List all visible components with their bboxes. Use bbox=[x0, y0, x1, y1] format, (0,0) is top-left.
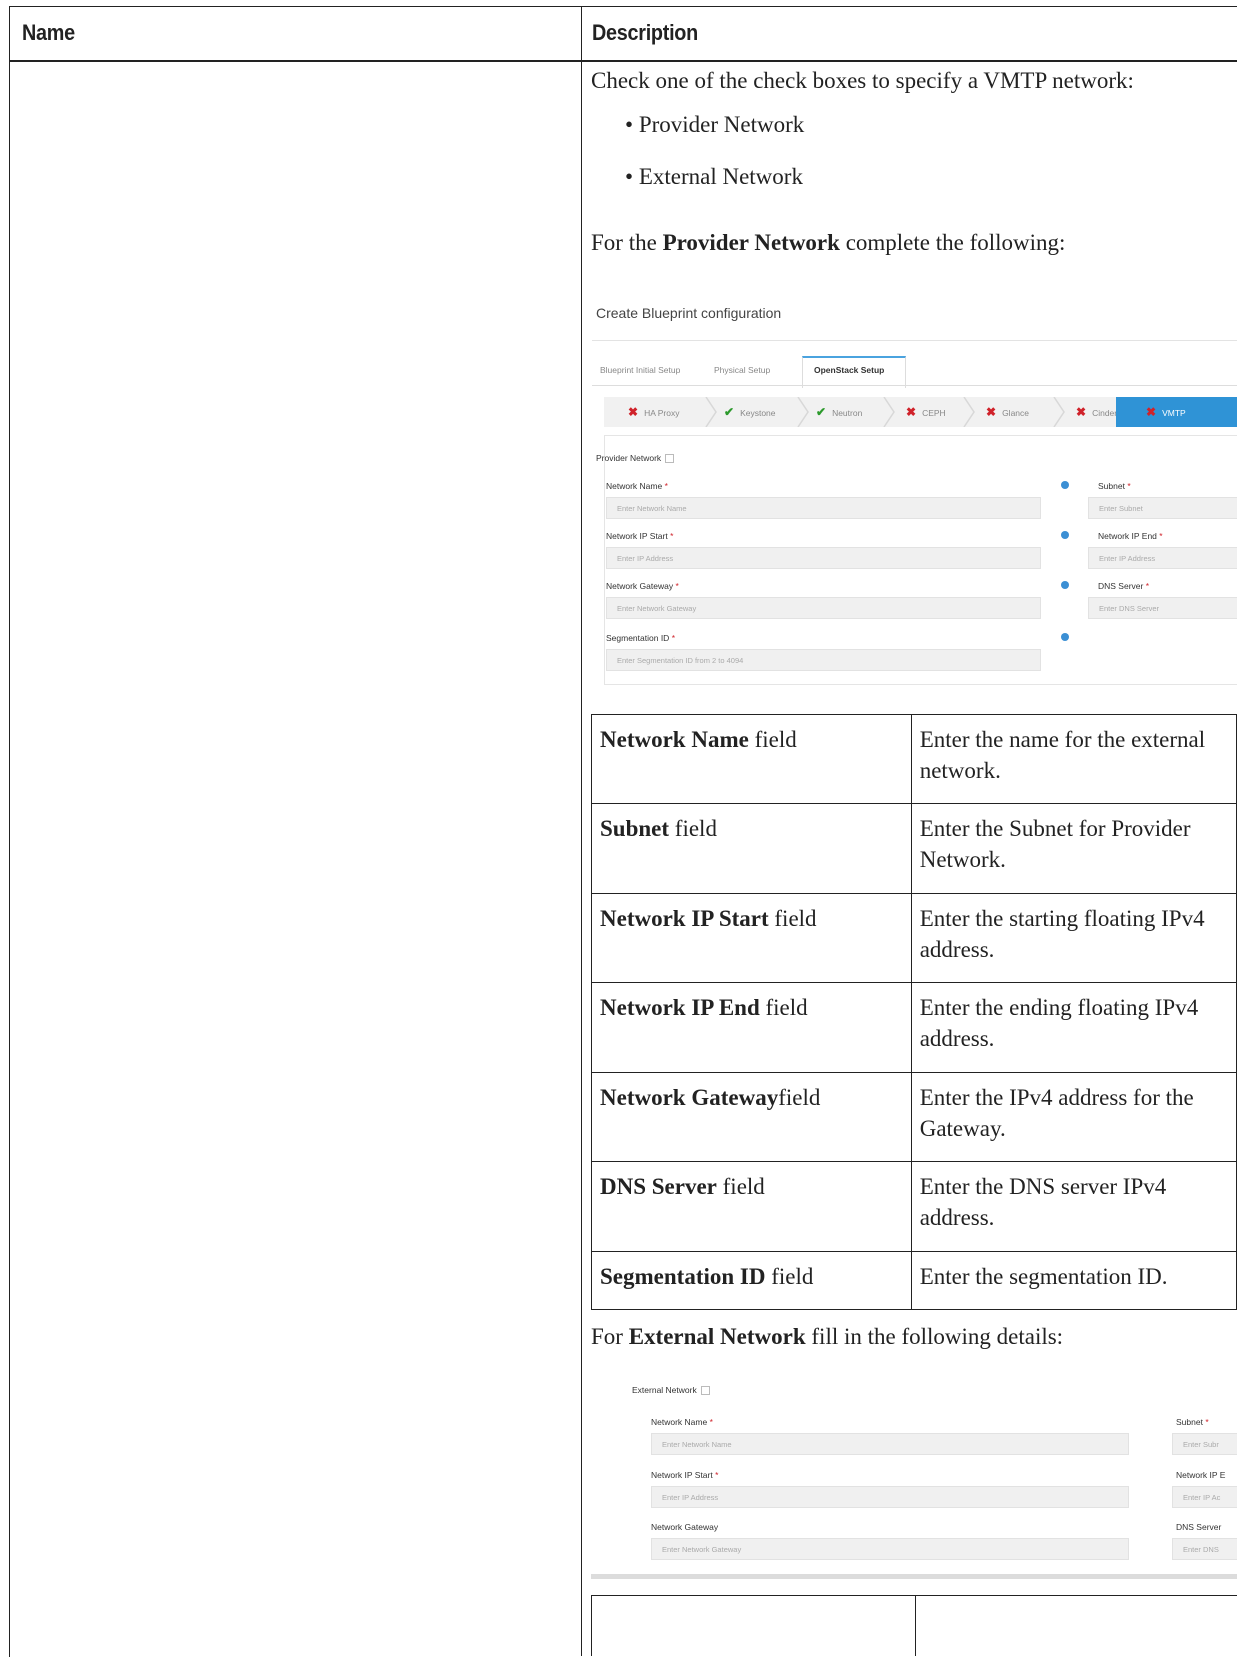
dns-input[interactable]: Enter DNS Server bbox=[1088, 597, 1237, 619]
field-desc-cell: Enter the segmentation ID. bbox=[910, 1251, 1237, 1310]
tab-physical-setup[interactable]: Physical Setup bbox=[714, 365, 770, 375]
table-row: Segmentation ID field Enter the segmenta… bbox=[591, 1251, 1237, 1310]
chevron-right-icon bbox=[882, 396, 896, 428]
ip-start-input[interactable]: Enter IP Address bbox=[606, 547, 1041, 569]
info-icon[interactable] bbox=[1061, 481, 1069, 489]
field-desc-cell: Enter the DNS server IPv4 address. bbox=[910, 1161, 1237, 1252]
column-divider bbox=[581, 6, 582, 1656]
field-name-cell: Subnet field bbox=[591, 803, 912, 894]
check-icon: ✔ bbox=[724, 405, 735, 419]
intro-text: Check one of the check boxes to specify … bbox=[591, 68, 1134, 93]
field-desc-cell: Enter the IPv4 address for the Gateway. bbox=[910, 1072, 1237, 1162]
table-row: Network Name field Enter the name for th… bbox=[591, 714, 1237, 804]
provider-network-label: Provider Network bbox=[596, 453, 675, 464]
network-name-input[interactable]: Enter Network Name bbox=[606, 497, 1041, 519]
header-name: Name bbox=[22, 20, 75, 45]
error-icon: ✖ bbox=[628, 405, 639, 419]
ip-start-input[interactable]: Enter IP Address bbox=[651, 1486, 1129, 1508]
bullet-item: • External Network bbox=[625, 164, 803, 189]
network-name-input[interactable]: Enter Network Name bbox=[651, 1433, 1129, 1455]
ip-start-label: Network IP Start * bbox=[606, 531, 674, 541]
tab-blueprint-initial-setup[interactable]: Blueprint Initial Setup bbox=[600, 365, 680, 375]
divider bbox=[592, 340, 1237, 341]
table-row bbox=[591, 1595, 1237, 1656]
step-keystone[interactable]: ✔ Keystone bbox=[724, 397, 776, 427]
external-intro: For External Network fill in the followi… bbox=[591, 1324, 1064, 1349]
info-icon[interactable] bbox=[1061, 633, 1069, 641]
dns-label: DNS Server bbox=[1176, 1522, 1222, 1532]
field-desc-cell: Enter the name for the external network. bbox=[910, 714, 1237, 804]
field-name-cell: DNS Server field bbox=[591, 1161, 912, 1252]
divider bbox=[591, 1574, 1237, 1579]
dns-label: DNS Server * bbox=[1098, 581, 1150, 591]
step-ha-proxy[interactable]: ✖ HA Proxy bbox=[628, 397, 680, 427]
step-neutron[interactable]: ✔ Neutron bbox=[816, 397, 862, 427]
table-row: Subnet field Enter the Subnet for Provid… bbox=[591, 803, 1237, 894]
ip-start-label: Network IP Start * bbox=[651, 1470, 719, 1480]
subnet-label: Subnet * bbox=[1176, 1417, 1209, 1427]
field-name-cell: Network Gatewayfield bbox=[591, 1072, 912, 1162]
field-desc-cell: Enter the ending floating IPv4 address. bbox=[910, 982, 1237, 1073]
chevron-right-icon bbox=[1052, 396, 1066, 428]
bullet-item: • Provider Network bbox=[625, 112, 805, 137]
gateway-label: Network Gateway * bbox=[606, 581, 679, 591]
error-icon: ✖ bbox=[1076, 405, 1087, 419]
tab-openstack-setup[interactable]: OpenStack Setup bbox=[814, 365, 884, 375]
network-name-label: Network Name * bbox=[606, 481, 668, 491]
field-name-cell: Network IP Start field bbox=[591, 893, 912, 983]
screenshot-title: Create Blueprint configuration bbox=[596, 305, 782, 321]
ip-end-input[interactable]: Enter IP Address bbox=[1088, 547, 1237, 569]
ip-end-input[interactable]: Enter IP Ac bbox=[1172, 1486, 1237, 1508]
gateway-input[interactable]: Enter Network Gateway bbox=[606, 597, 1041, 619]
chevron-right-icon bbox=[704, 396, 718, 428]
table-row: Network IP End field Enter the ending fl… bbox=[591, 982, 1237, 1073]
check-icon: ✔ bbox=[816, 405, 827, 419]
field-desc-cell: Enter the Subnet for Provider Network. bbox=[910, 803, 1237, 894]
external-network-label: External Network bbox=[632, 1385, 710, 1396]
ip-end-label: Network IP E bbox=[1176, 1470, 1226, 1480]
provider-network-checkbox[interactable] bbox=[665, 454, 675, 464]
field-name-cell: Network Name field bbox=[591, 714, 912, 804]
field-name-cell: Segmentation ID field bbox=[591, 1251, 912, 1310]
field-description-table: Network Name field Enter the name for th… bbox=[591, 714, 1237, 1310]
table-row: Network Gatewayfield Enter the IPv4 addr… bbox=[591, 1072, 1237, 1162]
column-divider bbox=[915, 1596, 916, 1656]
field-name-cell: Network IP End field bbox=[591, 982, 912, 1073]
header-description: Description bbox=[592, 20, 698, 45]
table-row: DNS Server field Enter the DNS server IP… bbox=[591, 1161, 1237, 1252]
dns-input[interactable]: Enter DNS bbox=[1172, 1538, 1237, 1560]
table-row: Network IP Start field Enter the startin… bbox=[591, 893, 1237, 983]
chevron-right-icon bbox=[796, 396, 810, 428]
error-icon: ✖ bbox=[986, 405, 997, 419]
field-desc-cell: Enter the starting floating IPv4 address… bbox=[910, 893, 1237, 983]
chevron-right-icon bbox=[962, 396, 976, 428]
subnet-input[interactable]: Enter Subnet bbox=[1088, 497, 1237, 519]
segmentation-input[interactable]: Enter Segmentation ID from 2 to 4094 bbox=[606, 649, 1041, 671]
external-network-screenshot: External Network Network Name * Enter Ne… bbox=[616, 1375, 1237, 1560]
external-network-checkbox[interactable] bbox=[700, 1386, 710, 1396]
gateway-label: Network Gateway bbox=[651, 1522, 719, 1532]
blueprint-screenshot: Create Blueprint configuration Blueprint… bbox=[592, 285, 1237, 689]
subnet-label: Subnet * bbox=[1098, 481, 1131, 491]
provider-intro: For the Provider Network complete the fo… bbox=[591, 230, 1066, 255]
error-icon: ✖ bbox=[906, 405, 917, 419]
divider bbox=[592, 385, 1237, 386]
info-icon[interactable] bbox=[1061, 581, 1069, 589]
step-glance[interactable]: ✖ Glance bbox=[986, 397, 1029, 427]
error-icon: ✖ bbox=[1146, 405, 1157, 419]
step-ceph[interactable]: ✖ CEPH bbox=[906, 397, 946, 427]
gateway-input[interactable]: Enter Network Gateway bbox=[651, 1538, 1129, 1560]
network-name-label: Network Name * bbox=[651, 1417, 713, 1427]
info-icon[interactable] bbox=[1061, 531, 1069, 539]
ip-end-label: Network IP End * bbox=[1098, 531, 1163, 541]
segmentation-label: Segmentation ID * bbox=[606, 633, 676, 643]
subnet-input[interactable]: Enter Subr bbox=[1172, 1433, 1237, 1455]
step-cinder[interactable]: ✖ Cinder bbox=[1076, 397, 1117, 427]
step-vmtp[interactable]: ✖ VMTP bbox=[1116, 397, 1237, 427]
